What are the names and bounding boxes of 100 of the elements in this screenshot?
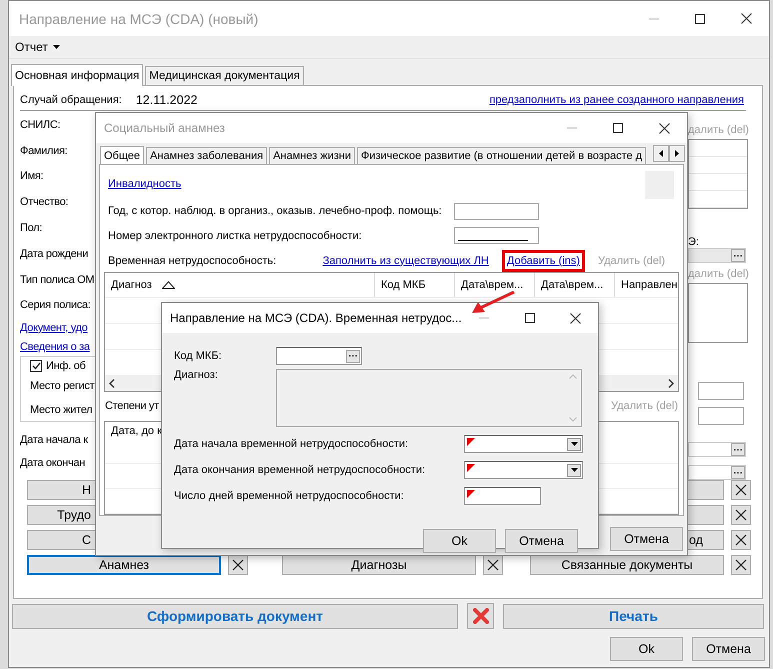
ok-button[interactable]: Ok — [423, 529, 496, 553]
field-label: Дата начала к — [20, 432, 88, 448]
column-header[interactable]: Направлен — [615, 272, 678, 298]
field-label: Случай обращения: — [20, 94, 122, 106]
field-label: Отчество: — [20, 195, 68, 210]
field-label: Дата окончания временной нетрудоспособности: — [174, 464, 426, 476]
field-label: Диагноз: — [174, 369, 219, 381]
cross-icon — [487, 559, 499, 571]
field-label: Дата начала временной нетрудоспособности: — [174, 438, 410, 450]
browse-button[interactable] — [731, 443, 745, 456]
field-label: Код МКБ: — [174, 350, 223, 362]
cancel-button[interactable]: Отмена — [505, 529, 578, 553]
field-label: Дата окончан — [20, 456, 85, 471]
tab[interactable]: Основная информация — [11, 64, 144, 86]
input-field[interactable] — [464, 487, 541, 505]
column-header[interactable]: Дата\врем... — [455, 272, 535, 298]
browse-button[interactable] — [731, 466, 745, 479]
input-field[interactable] — [698, 382, 744, 400]
tab[interactable]: Анамнез жизни — [269, 147, 355, 164]
scroll-left-button[interactable] — [653, 145, 669, 162]
remove-button[interactable] — [483, 555, 503, 575]
remove-button[interactable] — [731, 480, 751, 500]
tab[interactable]: Физическое развитие (в отношении детей в возрасте д — [356, 147, 646, 164]
maximize-icon[interactable] — [695, 14, 705, 24]
maximize-icon[interactable] — [524, 313, 535, 323]
tab[interactable]: Анамнез заболевания — [146, 147, 268, 164]
dropdown-button[interactable] — [567, 438, 581, 450]
right-triangle-icon — [675, 150, 679, 157]
field-label: Пол: — [20, 221, 42, 236]
window-title: Направление на МСЭ (CDA). Временная нетрудос... — [170, 311, 462, 325]
link: Удалить (del) — [598, 254, 665, 267]
prefill-link[interactable]: предзаполнить из ранее созданного направления — [489, 94, 744, 106]
cross-icon — [735, 559, 747, 571]
close-icon[interactable] — [570, 312, 581, 324]
window-title: Социальный анамнез — [104, 121, 226, 135]
cancel-button[interactable]: Отмена — [610, 527, 683, 551]
column-header[interactable]: Дата\врем... — [535, 272, 615, 298]
print-button[interactable]: Печать — [503, 604, 764, 628]
cross-icon — [735, 509, 747, 521]
field-label: Число дней временной нетрудоспособности: — [174, 490, 405, 502]
chevron-left-icon[interactable] — [109, 379, 115, 388]
column-header[interactable]: Диагноз — [105, 272, 375, 298]
field-label: Место жител — [30, 402, 92, 418]
browse-button[interactable] — [731, 249, 745, 262]
link[interactable]: Заполнить из существующих ЛН — [322, 254, 489, 267]
disability-link[interactable]: Инвалидность — [108, 178, 182, 190]
ok-button[interactable]: Ok — [610, 637, 683, 661]
input-field[interactable] — [698, 407, 744, 425]
link[interactable]: Документ, удо — [20, 318, 88, 338]
input-field[interactable] — [276, 347, 362, 365]
generate-button[interactable]: Сформировать документ — [12, 604, 458, 628]
field-label: Номер электронного листка нетрудоспособности: — [108, 230, 363, 242]
scroll-up-icon — [569, 374, 577, 379]
remove-button[interactable] — [731, 555, 751, 575]
close-icon[interactable] — [658, 122, 670, 134]
section-button[interactable]: Диагнозы — [282, 555, 476, 575]
input-field[interactable] — [464, 435, 583, 453]
field-label: Фамилия: — [20, 144, 68, 159]
cross-icon — [735, 534, 747, 546]
section-button[interactable]: Связанные документы — [530, 555, 724, 575]
checkbox[interactable] — [30, 360, 42, 372]
field-label: Серия полиса: — [20, 298, 91, 314]
browse-button[interactable] — [346, 350, 360, 362]
link[interactable]: Сведения о за — [20, 337, 90, 356]
maximize-icon[interactable] — [613, 123, 623, 133]
field-label: Имя: — [20, 169, 44, 184]
menu-item[interactable]: Отчет — [11, 40, 64, 54]
delete-link: Удалить (del) — [610, 400, 678, 412]
field-value: 12.11.2022 — [136, 93, 198, 107]
cross-icon — [735, 484, 747, 496]
delete-button[interactable] — [467, 603, 494, 629]
field-label: Степени ут — [105, 400, 159, 412]
tab[interactable]: Общее — [100, 146, 144, 165]
cross-icon — [232, 559, 244, 571]
remove-button[interactable] — [731, 530, 751, 550]
section-button[interactable]: Анамнез — [27, 555, 221, 575]
input-field[interactable] — [464, 461, 583, 479]
remove-button[interactable] — [731, 505, 751, 525]
scroll-down-icon — [569, 417, 577, 422]
remove-button[interactable] — [228, 555, 248, 575]
column-header[interactable]: Код МКБ — [375, 272, 455, 298]
chevron-right-icon[interactable] — [668, 379, 674, 388]
window-title: Направление на МСЭ (CDA) (новый) — [19, 10, 260, 26]
caret-icon — [570, 468, 578, 472]
field-label: Э: — [688, 236, 699, 248]
tab[interactable]: Медицинская документация — [145, 66, 304, 85]
field-label: Дата рождени — [20, 246, 88, 262]
input-field[interactable] — [454, 227, 539, 244]
scroll-right-button[interactable] — [669, 145, 685, 162]
field-label: Тип полиса ОМ — [20, 272, 94, 288]
close-icon[interactable] — [740, 13, 752, 24]
cancel-button[interactable]: Отмена — [692, 637, 765, 661]
input-field[interactable] — [454, 202, 539, 220]
field-label: Место регист — [30, 379, 94, 394]
dropdown-button[interactable] — [567, 464, 581, 476]
arrow — [472, 291, 515, 313]
link[interactable]: Добавить (ins) — [506, 254, 580, 267]
checkbox-label: Инф. об — [46, 360, 86, 372]
data-grid — [688, 283, 748, 343]
field-label: СНИЛС: — [20, 118, 60, 133]
